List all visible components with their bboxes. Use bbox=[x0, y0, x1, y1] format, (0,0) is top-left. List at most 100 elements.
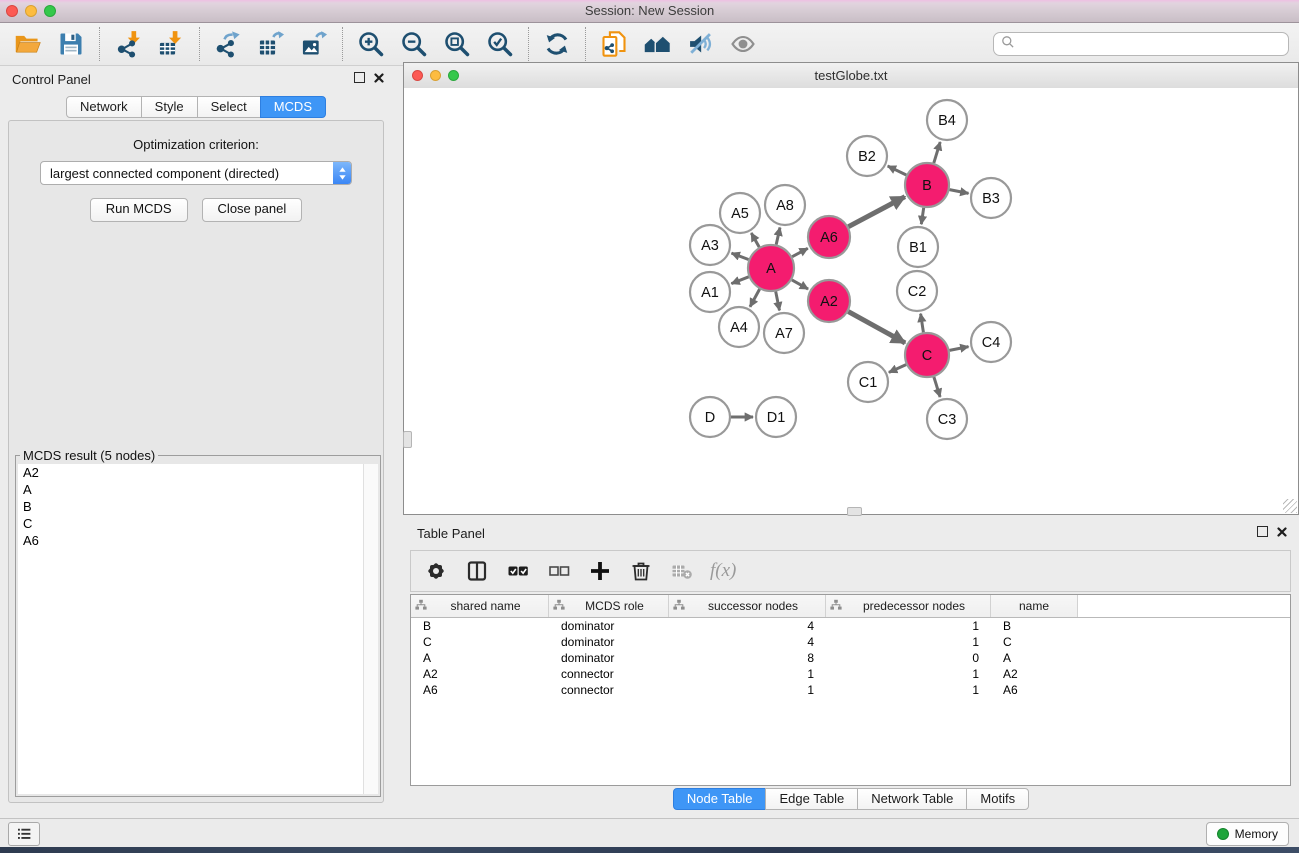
graph-node-A5[interactable]: A5 bbox=[720, 193, 760, 233]
graph-node-B2[interactable]: B2 bbox=[847, 136, 887, 176]
graph-node-C[interactable]: C bbox=[905, 333, 949, 377]
result-item[interactable]: A6 bbox=[18, 532, 364, 549]
select-all-icon[interactable] bbox=[505, 558, 531, 584]
table-cell[interactable]: connector bbox=[549, 666, 669, 682]
zoom-out-icon[interactable] bbox=[399, 29, 429, 59]
column-header-mcds-role[interactable]: MCDS role bbox=[549, 595, 669, 617]
graph-node-D1[interactable]: D1 bbox=[756, 397, 796, 437]
muted-speaker-icon[interactable] bbox=[685, 29, 715, 59]
table-cell[interactable]: connector bbox=[549, 682, 669, 698]
refresh-icon[interactable] bbox=[542, 29, 572, 59]
table-row[interactable]: Adominator80A bbox=[411, 650, 1290, 666]
graph-edge[interactable] bbox=[848, 312, 905, 343]
table-cell[interactable]: A2 bbox=[411, 666, 549, 682]
table-cell[interactable]: A bbox=[411, 650, 549, 666]
table-cell[interactable]: C bbox=[411, 634, 549, 650]
network-window-titlebar[interactable]: testGlobe.txt bbox=[404, 63, 1298, 89]
float-panel-icon[interactable] bbox=[1257, 526, 1268, 537]
graph-edge[interactable] bbox=[921, 314, 924, 333]
graph-edge[interactable] bbox=[776, 292, 780, 311]
graph-edge[interactable] bbox=[950, 190, 969, 194]
eye-icon[interactable] bbox=[728, 29, 758, 59]
graph-edge[interactable] bbox=[934, 377, 940, 397]
search-input[interactable] bbox=[1021, 36, 1282, 52]
table-cell[interactable]: 1 bbox=[669, 682, 826, 698]
graph-edge[interactable] bbox=[921, 208, 923, 224]
table-cell[interactable]: B bbox=[991, 618, 1078, 634]
tab-style[interactable]: Style bbox=[141, 96, 198, 118]
graph-edge[interactable] bbox=[934, 142, 940, 163]
graph-node-B3[interactable]: B3 bbox=[971, 178, 1011, 218]
graph-node-C2[interactable]: C2 bbox=[897, 271, 937, 311]
table-cell[interactable]: 1 bbox=[826, 666, 991, 682]
result-item[interactable]: C bbox=[18, 515, 364, 532]
graph-node-A1[interactable]: A1 bbox=[690, 272, 730, 312]
graph-node-A4[interactable]: A4 bbox=[719, 307, 759, 347]
table-cell[interactable]: dominator bbox=[549, 618, 669, 634]
result-item[interactable]: B bbox=[18, 498, 364, 515]
table-cell[interactable]: A6 bbox=[411, 682, 549, 698]
graph-edge[interactable] bbox=[792, 248, 808, 256]
table-cell[interactable]: A6 bbox=[991, 682, 1078, 698]
network-canvas[interactable]: A5A8A3A1A4A7AA6A2BB1B2B3B4CC1C2C3C4DD1 bbox=[404, 88, 1298, 514]
tab-node-table[interactable]: Node Table bbox=[673, 788, 767, 810]
close-panel-icon[interactable] bbox=[374, 73, 384, 83]
table-cell[interactable]: 4 bbox=[669, 634, 826, 650]
graph-node-C1[interactable]: C1 bbox=[848, 362, 888, 402]
graph-edge[interactable] bbox=[950, 347, 969, 351]
graph-node-A2[interactable]: A2 bbox=[808, 280, 850, 322]
graph-edge[interactable] bbox=[792, 280, 808, 289]
table-cell[interactable]: C bbox=[991, 634, 1078, 650]
graph-edge[interactable] bbox=[848, 197, 905, 227]
tab-network-table[interactable]: Network Table bbox=[857, 788, 967, 810]
column-header-successor-nodes[interactable]: successor nodes bbox=[669, 595, 826, 617]
table-cell[interactable]: B bbox=[411, 618, 549, 634]
graph-edge[interactable] bbox=[888, 166, 907, 175]
left-grip-handle[interactable] bbox=[403, 431, 412, 448]
deselect-all-icon[interactable] bbox=[546, 558, 572, 584]
gear-icon[interactable] bbox=[423, 558, 449, 584]
float-panel-icon[interactable] bbox=[354, 72, 365, 83]
table-row[interactable]: A2connector11A2 bbox=[411, 666, 1290, 682]
add-column-icon[interactable] bbox=[587, 558, 613, 584]
table-cell[interactable]: 4 bbox=[669, 618, 826, 634]
table-cell[interactable]: A bbox=[991, 650, 1078, 666]
graph-node-A7[interactable]: A7 bbox=[764, 313, 804, 353]
export-image-icon[interactable] bbox=[299, 29, 329, 59]
graph-edge[interactable] bbox=[751, 233, 759, 247]
column-header-name[interactable]: name bbox=[991, 595, 1078, 617]
graph-edge[interactable] bbox=[776, 228, 780, 245]
column-header-predecessor-nodes[interactable]: predecessor nodes bbox=[826, 595, 991, 617]
import-network-icon[interactable] bbox=[113, 29, 143, 59]
tab-network[interactable]: Network bbox=[66, 96, 142, 118]
result-item[interactable]: A2 bbox=[18, 464, 364, 481]
graph-node-B1[interactable]: B1 bbox=[898, 227, 938, 267]
close-panel-button[interactable]: Close panel bbox=[202, 198, 303, 222]
criterion-dropdown[interactable]: largest connected component (directed) bbox=[40, 161, 352, 185]
search-field[interactable] bbox=[993, 32, 1289, 56]
zoom-fit-icon[interactable] bbox=[442, 29, 472, 59]
graph-node-A6[interactable]: A6 bbox=[808, 216, 850, 258]
graph-edge[interactable] bbox=[750, 289, 760, 307]
table-row[interactable]: Bdominator41B bbox=[411, 618, 1290, 634]
zoom-in-icon[interactable] bbox=[356, 29, 386, 59]
table-cell[interactable]: 0 bbox=[826, 650, 991, 666]
table-cell[interactable]: dominator bbox=[549, 634, 669, 650]
houses-icon[interactable] bbox=[642, 29, 672, 59]
duplicate-network-icon[interactable] bbox=[599, 29, 629, 59]
export-table-icon[interactable] bbox=[256, 29, 286, 59]
mcds-result-list[interactable]: A2ABCA6 bbox=[18, 464, 364, 794]
graph-node-A[interactable]: A bbox=[748, 245, 794, 291]
resize-grip-icon[interactable] bbox=[1283, 499, 1297, 513]
table-row[interactable]: A6connector11A6 bbox=[411, 682, 1290, 698]
graph-node-C4[interactable]: C4 bbox=[971, 322, 1011, 362]
graph-node-D[interactable]: D bbox=[690, 397, 730, 437]
graph-edge[interactable] bbox=[732, 253, 749, 259]
export-network-icon[interactable] bbox=[213, 29, 243, 59]
task-history-button[interactable] bbox=[8, 822, 40, 846]
table-cell[interactable]: 8 bbox=[669, 650, 826, 666]
table-cell[interactable]: dominator bbox=[549, 650, 669, 666]
tab-edge-table[interactable]: Edge Table bbox=[765, 788, 858, 810]
table-cell[interactable]: 1 bbox=[826, 634, 991, 650]
tab-motifs[interactable]: Motifs bbox=[966, 788, 1029, 810]
